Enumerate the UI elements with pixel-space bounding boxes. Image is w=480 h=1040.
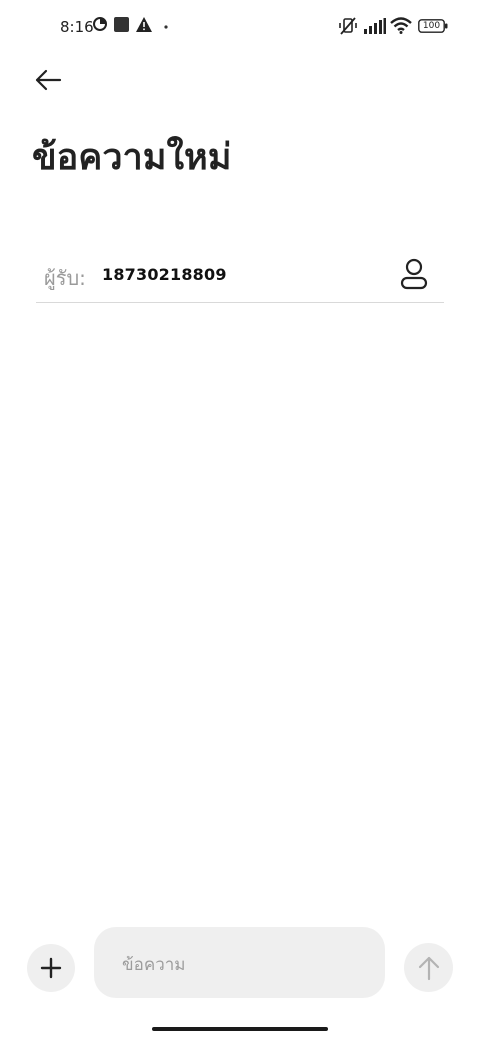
message-input[interactable]: ข้อความ (94, 927, 385, 998)
square-notification-icon (114, 17, 129, 32)
battery-level: 100 (422, 21, 441, 31)
add-attachment-button[interactable] (27, 944, 75, 992)
recipient-row: ผู้รับ: 18730218809 (36, 250, 444, 303)
status-bar: 8:16 100 (0, 0, 480, 56)
recipient-input[interactable]: 18730218809 (102, 265, 362, 284)
contact-picker-button[interactable] (394, 254, 434, 294)
wifi-icon (390, 17, 412, 34)
battery-icon: 100 (418, 19, 448, 33)
send-button[interactable] (404, 943, 453, 992)
arrow-left-icon (35, 69, 62, 91)
data-saver-icon (93, 17, 107, 31)
person-icon (400, 258, 428, 290)
signal-icon (364, 18, 386, 34)
vibrate-off-icon (339, 17, 357, 35)
status-time: 8:16 (60, 18, 94, 36)
message-placeholder: ข้อความ (122, 955, 186, 975)
home-indicator[interactable] (152, 1027, 328, 1031)
back-button[interactable] (26, 60, 70, 100)
warning-icon (136, 17, 152, 32)
dot-icon (164, 25, 168, 29)
recipient-label: ผู้รับ: (44, 266, 86, 290)
arrow-up-icon (418, 956, 439, 980)
page-title: ข้อความใหม่ (32, 137, 232, 178)
plus-icon (40, 957, 62, 979)
